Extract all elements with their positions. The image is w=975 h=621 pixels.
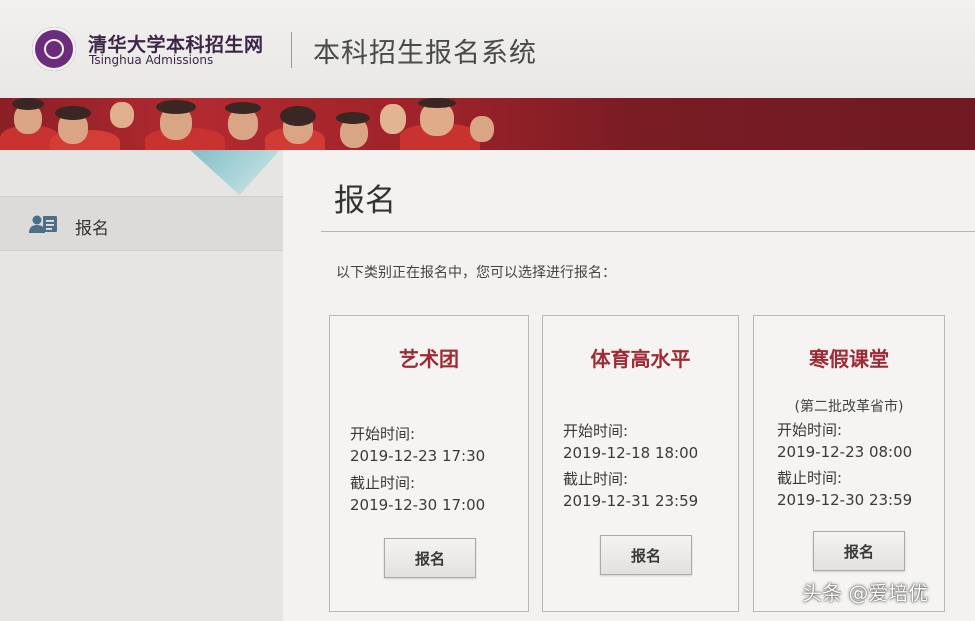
logo-text-en[interactable]: Tsinghua Admissions <box>89 53 213 67</box>
user-form-icon <box>29 214 59 234</box>
card-title: 艺术团 <box>399 347 459 371</box>
title-divider <box>321 231 975 232</box>
category-card-art-troupe: 艺术团 开始时间: 2019-12-23 17:30 截止时间: 2019-12… <box>329 315 529 612</box>
end-time-value: 2019-12-31 23:59 <box>563 492 699 510</box>
sidebar-item-signup[interactable]: 报名 <box>0 196 291 251</box>
card-title: 寒假课堂 <box>809 347 889 371</box>
end-time-label: 截止时间: <box>350 474 416 492</box>
start-time-label: 开始时间: <box>563 422 629 440</box>
system-title: 本科招生报名系统 <box>313 38 537 69</box>
start-time-label: 开始时间: <box>777 421 843 439</box>
start-time-label: 开始时间: <box>350 425 416 443</box>
end-time-value: 2019-12-30 23:59 <box>777 491 913 509</box>
category-card-sports: 体育高水平 开始时间: 2019-12-18 18:00 截止时间: 2019-… <box>542 315 739 612</box>
start-time-value: 2019-12-23 17:30 <box>350 447 486 465</box>
card-title: 体育高水平 <box>590 347 691 371</box>
end-time-value: 2019-12-30 17:00 <box>350 496 486 514</box>
category-card-winter-class: 寒假课堂 (第二批改革省市) 开始时间: 2019-12-23 08:00 截止… <box>753 315 945 612</box>
card-subtitle: (第二批改革省市) <box>794 399 904 415</box>
watermark: 头条 @爱培优 <box>802 581 929 605</box>
start-time-value: 2019-12-23 08:00 <box>777 443 913 461</box>
banner-crowd-photo <box>0 98 975 150</box>
end-time-label: 截止时间: <box>777 469 843 487</box>
main-content: 报名 以下类别正在报名中，您可以选择进行报名： 艺术团 开始时间: 2019-1… <box>283 150 975 621</box>
sidebar-item-label: 报名 <box>75 219 109 239</box>
site-header: 清华大学本科招生网 Tsinghua Admissions 本科招生报名系统 <box>0 0 975 98</box>
page-title: 报名 <box>334 183 396 219</box>
header-divider <box>291 32 292 68</box>
tsinghua-seal-logo[interactable] <box>32 27 76 71</box>
start-time-value: 2019-12-18 18:00 <box>563 444 699 462</box>
end-time-label: 截止时间: <box>563 470 629 488</box>
intro-text: 以下类别正在报名中，您可以选择进行报名： <box>336 265 616 281</box>
signup-button[interactable]: 报名 <box>600 535 692 575</box>
signup-button[interactable]: 报名 <box>813 531 905 571</box>
signup-button[interactable]: 报名 <box>384 538 476 578</box>
